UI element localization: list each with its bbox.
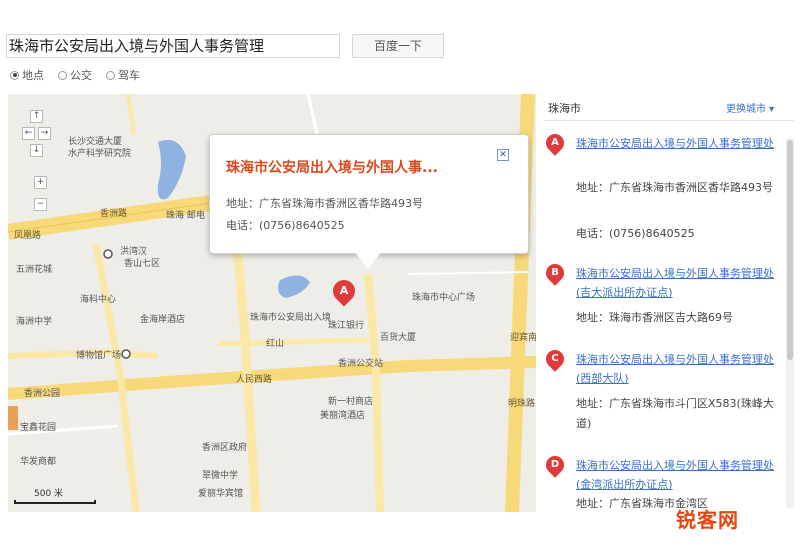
marker-letter: A [339,284,349,297]
map-scale-label: 500 米 [34,489,64,499]
poi-label[interactable]: 水产科学研究院 [68,146,131,159]
poi-label[interactable]: 红山 [266,336,284,349]
result-title-link[interactable]: 珠海市公安局出入境与外国人事务管理处(西部大队) [576,350,776,388]
mode-place-label: 地点 [22,69,44,82]
poi-label[interactable]: 百货大厦 [380,330,416,343]
info-window-address: 地址：广东省珠海市香洲区香华路493号 [226,197,423,210]
result-marker-icon: C [542,346,568,372]
results-panel: 珠海市 更换城市 ▾ A 珠海市公安局出入境与外国人事务管理处 地址：广东省珠海… [540,94,798,512]
current-city: 珠海市 [548,102,581,115]
poi-label[interactable]: 五洲花城 [16,262,52,275]
result-marker-icon: D [542,452,568,478]
search-button[interactable]: 百度一下 [352,34,444,58]
info-window-phone: 电话：(0756)8640525 [226,219,345,232]
mode-drive-label: 驾车 [118,69,140,82]
divider [544,120,794,121]
radio-icon[interactable] [10,70,19,80]
mode-bus-label: 公交 [70,69,92,82]
poi-label[interactable]: 新一村商店 [328,394,373,407]
change-city-link[interactable]: 更换城市 ▾ [726,100,774,115]
map-marker-a[interactable]: A [328,275,360,307]
poi-label[interactable]: 博物馆广场 [76,348,121,361]
info-window-title[interactable]: 珠海市公安局出入境与外国人事... [226,157,438,177]
pan-right-icon[interactable]: → [38,127,51,140]
poi-label[interactable]: 爱丽华宾馆 [198,486,243,499]
poi-label[interactable]: 华发商都 [20,454,56,467]
zoom-out-icon[interactable]: − [34,198,47,211]
road-label: 人民西路 [236,375,273,385]
info-window: 珠海市公安局出入境与外国人事... ✕ 地址：广东省珠海市香洲区香华路493号 … [209,134,529,254]
pan-left-icon[interactable]: ← [22,127,35,140]
mode-place[interactable]: 地点 [10,66,44,84]
radio-icon[interactable] [58,70,67,80]
road-label: 迎宾南路 [510,333,536,343]
close-icon[interactable]: ✕ [497,149,509,161]
map-scale-bar [14,500,96,504]
poi-label[interactable]: 香山七区 [124,256,160,269]
poi-label[interactable]: 翠微中学 [202,468,238,481]
poi-label[interactable]: 珠海市中心广场 [412,290,475,303]
pan-down-icon[interactable]: ↓ [30,144,43,157]
results-scrollbar[interactable] [786,138,794,508]
poi-label[interactable]: 香洲区政府 [202,440,247,453]
road-label: 明珠路 [508,399,536,409]
result-address: 地址：珠海市香洲区吉大路69号 [576,311,733,324]
info-window-pointer [354,251,382,269]
pan-up-icon[interactable]: ↑ [30,110,43,123]
poi-label[interactable]: 美丽湾酒店 [320,408,365,421]
poi-label[interactable]: 海洲中学 [16,314,52,327]
search-mode-group: 地点 公交 驾车 [10,66,140,84]
result-address: 地址：广东省珠海市香洲区香华路493号 [576,181,773,194]
search-input[interactable]: 珠海市公安局出入境与外国人事务管理 [6,34,340,58]
poi-label[interactable]: 海科中心 [80,292,116,305]
result-phone: 电话：(0756)8640525 [576,227,695,240]
site-watermark: 锐客网 [676,508,739,532]
result-title-link[interactable]: 珠海市公安局出入境与外国人事务管理处(吉大派出所办证点) [576,264,776,302]
result-marker-icon: B [542,260,568,286]
poi-label[interactable]: 珠江银行 [328,318,364,331]
result-title-link[interactable]: 珠海市公安局出入境与外国人事务管理处(金湾派出所办证点) [576,456,776,494]
mode-drive[interactable]: 驾车 [106,66,140,84]
result-marker-icon: A [542,130,568,156]
poi-label[interactable]: 香洲公交站 [338,356,383,369]
scroll-thumb[interactable] [787,140,793,360]
poi-label[interactable]: 香洲公园 [24,386,60,399]
result-address: 地址：广东省珠海市斗门区X583(珠峰大道) [576,397,774,430]
mode-bus[interactable]: 公交 [58,66,92,84]
radio-icon[interactable] [106,70,115,80]
poi-label[interactable]: 宝鑫花园 [20,420,56,433]
poi-label[interactable]: 珠海市公安局出入境 [250,310,331,323]
poi-label[interactable]: 金海岸酒店 [140,312,185,325]
zoom-in-icon[interactable]: + [34,176,47,189]
road-label: 凤凰路 [14,231,42,241]
result-title-link[interactable]: 珠海市公安局出入境与外国人事务管理处 [576,134,776,153]
poi-label[interactable]: 珠海 邮电 [166,208,205,221]
road-label: 香洲路 [100,209,128,219]
